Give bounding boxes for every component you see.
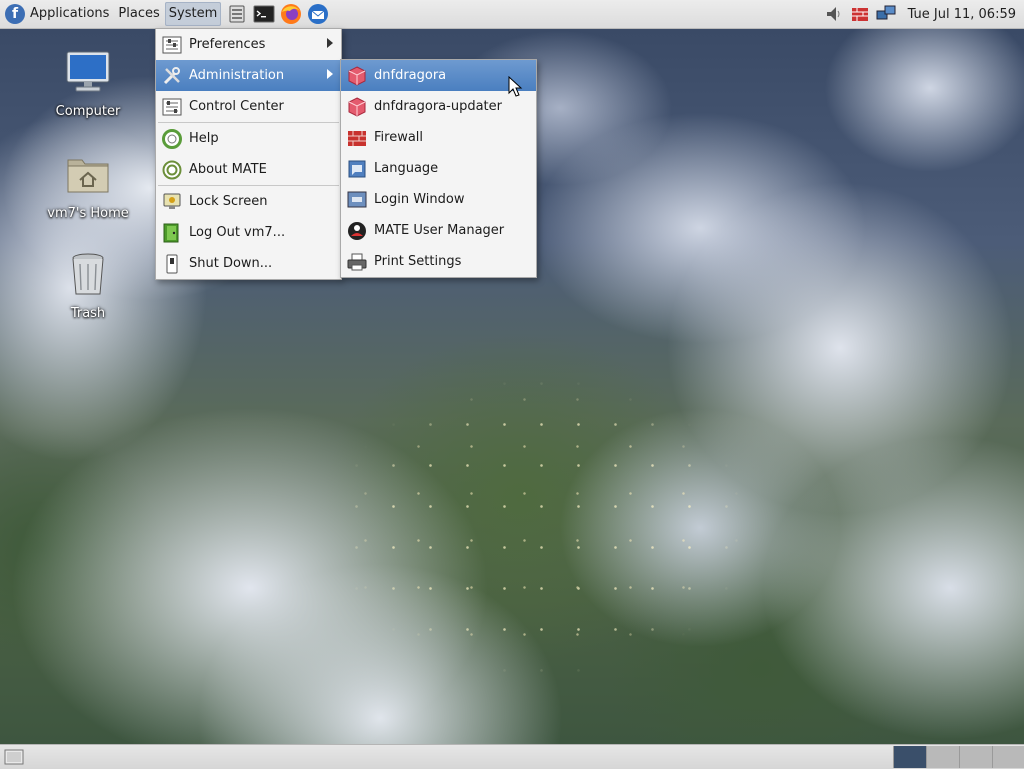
firefox-launcher-icon[interactable] xyxy=(280,3,302,25)
desktop-icon-label: Trash xyxy=(70,306,106,321)
help-icon xyxy=(161,128,183,150)
menu-item-administration[interactable]: Administration xyxy=(156,60,341,91)
menu-item-login-window[interactable]: Login Window xyxy=(341,184,536,215)
system-tray: Tue Jul 11, 06:59 xyxy=(824,0,1024,28)
logout-icon xyxy=(161,222,183,244)
menu-item-label: Print Settings xyxy=(374,254,462,269)
menu-item-label: Login Window xyxy=(374,192,465,207)
menu-item-label: dnfdragora-updater xyxy=(374,99,502,114)
menu-item-help[interactable]: Help xyxy=(156,123,341,154)
menu-item-shut-down[interactable]: Shut Down... xyxy=(156,248,341,279)
terminal-launcher-icon[interactable] xyxy=(253,3,275,25)
firewall-icon xyxy=(346,127,368,149)
lock-screen-icon xyxy=(161,191,183,213)
preferences-icon xyxy=(161,34,183,56)
menu-item-label: Log Out vm7... xyxy=(189,225,286,240)
menu-item-language[interactable]: Language xyxy=(341,153,536,184)
submenu-arrow-icon xyxy=(327,69,333,79)
places-menu[interactable]: Places xyxy=(114,2,163,26)
workspace-1[interactable] xyxy=(893,746,926,768)
control-center-icon xyxy=(161,96,183,118)
mouse-pointer-icon xyxy=(508,76,523,97)
menu-item-about-mate[interactable]: About MATE xyxy=(156,154,341,185)
firewall-status-icon[interactable] xyxy=(850,4,870,24)
menu-item-mate-user-manager[interactable]: MATE User Manager xyxy=(341,215,536,246)
system-menu-dropdown: Preferences Administration Control Cente… xyxy=(155,28,342,280)
package-icon xyxy=(346,65,368,87)
menu-item-firewall[interactable]: Firewall xyxy=(341,122,536,153)
desktop-icon-label: Computer xyxy=(55,104,121,119)
workspace-4[interactable] xyxy=(992,746,1024,768)
menu-item-log-out[interactable]: Log Out vm7... xyxy=(156,217,341,248)
menu-item-print-settings[interactable]: Print Settings xyxy=(341,246,536,277)
system-menu[interactable]: System xyxy=(164,2,222,26)
applications-menu[interactable]: Applications xyxy=(26,2,113,26)
printer-icon xyxy=(346,251,368,273)
menu-item-label: Preferences xyxy=(189,37,266,52)
shutdown-icon xyxy=(161,253,183,275)
menu-item-label: MATE User Manager xyxy=(374,223,505,238)
menu-item-label: Control Center xyxy=(189,99,284,114)
menu-item-label: Administration xyxy=(189,68,285,83)
menu-item-lock-screen[interactable]: Lock Screen xyxy=(156,186,341,217)
user-manager-icon xyxy=(346,220,368,242)
show-desktop-icon[interactable] xyxy=(4,748,24,766)
menu-item-preferences[interactable]: Preferences xyxy=(156,29,341,60)
menu-item-label: Help xyxy=(189,131,219,146)
desktop-icon-computer[interactable]: Computer xyxy=(38,48,138,119)
menu-item-label: Shut Down... xyxy=(189,256,273,271)
workspace-3[interactable] xyxy=(959,746,992,768)
menu-item-label: Firewall xyxy=(374,130,424,145)
home-folder-icon xyxy=(67,159,109,193)
computer-icon xyxy=(66,51,110,92)
menu-item-label: Lock Screen xyxy=(189,194,268,209)
menu-item-label: Language xyxy=(374,161,439,176)
clock[interactable]: Tue Jul 11, 06:59 xyxy=(902,7,1024,22)
file-manager-launcher-icon[interactable] xyxy=(226,3,248,25)
desktop-icon-label: vm7's Home xyxy=(47,206,129,221)
workspace-2[interactable] xyxy=(926,746,959,768)
administration-icon xyxy=(161,65,183,87)
bottom-panel xyxy=(0,744,1024,769)
submenu-arrow-icon xyxy=(327,38,333,48)
desktop-icon-home[interactable]: vm7's Home xyxy=(38,150,138,221)
menu-item-control-center[interactable]: Control Center xyxy=(156,91,341,122)
desktop-icon-trash[interactable]: Trash xyxy=(38,250,138,321)
thunderbird-launcher-icon[interactable] xyxy=(307,3,329,25)
login-window-icon xyxy=(346,189,368,211)
menu-item-dnfdragora-updater[interactable]: dnfdragora-updater xyxy=(341,91,536,122)
package-updater-icon xyxy=(346,96,368,118)
menu-item-label: dnfdragora xyxy=(374,68,447,83)
menu-item-label: About MATE xyxy=(189,162,267,177)
language-icon xyxy=(346,158,368,180)
volume-icon[interactable] xyxy=(824,4,844,24)
top-panel: f Applications Places System Tue Jul 11,… xyxy=(0,0,1024,29)
trash-icon xyxy=(72,253,104,295)
network-icon[interactable] xyxy=(876,4,896,24)
about-mate-icon xyxy=(161,159,183,181)
fedora-logo-icon[interactable]: f xyxy=(5,4,25,24)
menu-item-dnfdragora[interactable]: dnfdragora xyxy=(341,60,536,91)
